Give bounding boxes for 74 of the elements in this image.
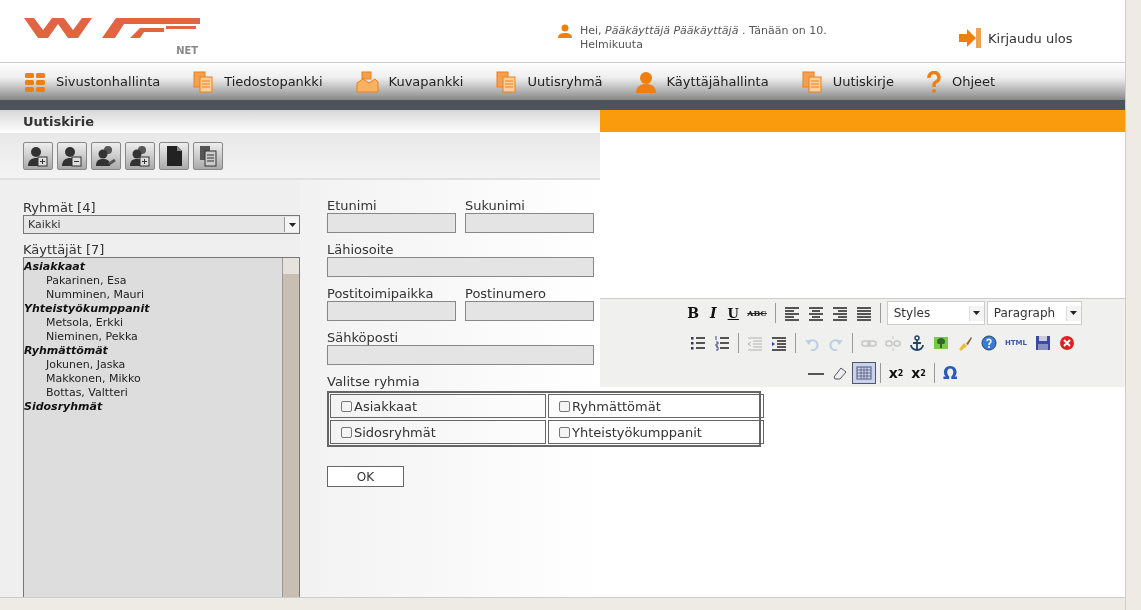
nav-item[interactable]: Kuvapankki <box>354 70 464 93</box>
group-item[interactable]: Yhteistyökumppanit <box>24 302 282 316</box>
format-button[interactable]: Ω <box>938 362 962 384</box>
pictures-icon <box>354 70 379 93</box>
groups-dropdown[interactable]: Kaikki <box>23 215 300 234</box>
horizontal-scrollbar[interactable] <box>0 597 1125 610</box>
documents-icon <box>800 70 823 93</box>
group-checkbox[interactable]: Ryhmättömät <box>548 394 764 418</box>
input-field[interactable] <box>465 213 594 233</box>
group-item[interactable]: Asiakkaat <box>24 260 282 274</box>
field-label: Etunimi <box>327 198 378 213</box>
users-icon[interactable] <box>91 141 121 170</box>
field-label: Lähiosoite <box>327 242 395 257</box>
dropdown-arrow-icon <box>1070 311 1078 315</box>
user-item[interactable]: Bottas, Valtteri <box>24 386 282 400</box>
users-listbox[interactable]: Asiakkaat Pakarinen, Esa Numminen, Mauri Yhteistyökumppanit Metsola, Erkki Nieminen, Pekka Ryhmättömät Jokunen, Jaska Makkonen, Mikko Bottas, Valtteri Sidosryhmät <box>23 257 300 597</box>
groups-select-label: Valitse ryhmia <box>327 374 420 389</box>
nav-item[interactable]: Käyttäjähallinta <box>634 70 769 93</box>
nav-item[interactable]: Uutiskirje <box>800 70 894 93</box>
ok-button[interactable]: OK <box>327 466 404 487</box>
user-item[interactable]: Metsola, Erkki <box>24 316 282 330</box>
nav-item[interactable]: Sivustonhallinta <box>24 70 161 93</box>
dropdown-arrow-icon <box>288 222 296 227</box>
logout-link[interactable]: Kirjaudu ulos <box>958 27 1073 49</box>
vertical-scrollbar[interactable] <box>1125 0 1141 610</box>
remove-user-icon[interactable] <box>57 141 87 170</box>
copy-icon[interactable] <box>193 141 223 170</box>
editor-dropdown[interactable]: Paragraph <box>986 301 1082 325</box>
page-icon[interactable] <box>159 141 189 170</box>
input-field[interactable] <box>465 301 594 321</box>
documents-icon <box>495 70 518 93</box>
group-item[interactable]: Ryhmättömät <box>24 344 282 358</box>
panel-title: Uutiskirie <box>23 114 94 129</box>
user-item[interactable]: Jokunen, Jaska <box>24 358 282 372</box>
nav-item[interactable]: Ohjeet <box>925 70 996 93</box>
field-label: Postinumero <box>465 286 547 301</box>
format-button[interactable]: I <box>703 302 724 324</box>
user-item[interactable]: Numminen, Mauri <box>24 288 282 302</box>
groups-label: Ryhmät [4] <box>23 200 97 215</box>
user-item[interactable]: Nieminen, Pekka <box>24 330 282 344</box>
group-item[interactable]: Sidosryhmät <box>24 400 282 414</box>
format-button[interactable]: U <box>723 302 744 324</box>
field-label: Sukunimi <box>465 198 526 213</box>
scrollbar[interactable] <box>282 258 299 597</box>
format-button[interactable]: x$^{2}$ <box>907 362 930 384</box>
documents-icon <box>192 70 215 93</box>
exit-arrow-icon <box>958 27 982 49</box>
input-field[interactable] <box>327 213 456 233</box>
field-label: Sähköposti <box>327 330 400 345</box>
add-user-icon[interactable] <box>23 141 53 170</box>
logo-text: NET <box>176 44 198 57</box>
input-field[interactable] <box>327 345 594 365</box>
format-button[interactable]: B <box>683 302 704 324</box>
group-checkbox[interactable]: Asiakkaat <box>330 394 546 418</box>
group-checkbox[interactable]: Yhteistyökumppanit <box>548 420 764 444</box>
format-button[interactable]: ABC <box>743 302 771 324</box>
nav-item[interactable]: Tiedostopankki <box>192 70 323 93</box>
user-item[interactable]: Makkonen, Mikko <box>24 372 282 386</box>
greeting-text: Hei, Pääkäyttäjä Pääkäyttäjä . Tänään on 10. Helmikuuta <box>580 24 828 52</box>
dropdown-arrow-icon <box>973 311 981 315</box>
editor-dropdown[interactable]: Styles <box>886 301 985 325</box>
field-label: Postitoimipaikka <box>327 286 435 301</box>
add-users-icon[interactable] <box>125 141 155 170</box>
user-item[interactable]: Pakarinen, Esa <box>24 274 282 288</box>
group-checkbox[interactable]: Sidosryhmät <box>330 420 546 444</box>
user-icon <box>558 24 572 38</box>
help-icon <box>925 70 942 93</box>
nav-item[interactable]: Uutisryhmä <box>495 70 603 93</box>
table-icon[interactable] <box>851 362 876 384</box>
users-label: Käyttäjät [7] <box>23 242 106 257</box>
person-icon <box>634 70 657 93</box>
input-field[interactable] <box>327 301 456 321</box>
input-field[interactable] <box>327 257 594 277</box>
grid-icon <box>24 70 46 93</box>
